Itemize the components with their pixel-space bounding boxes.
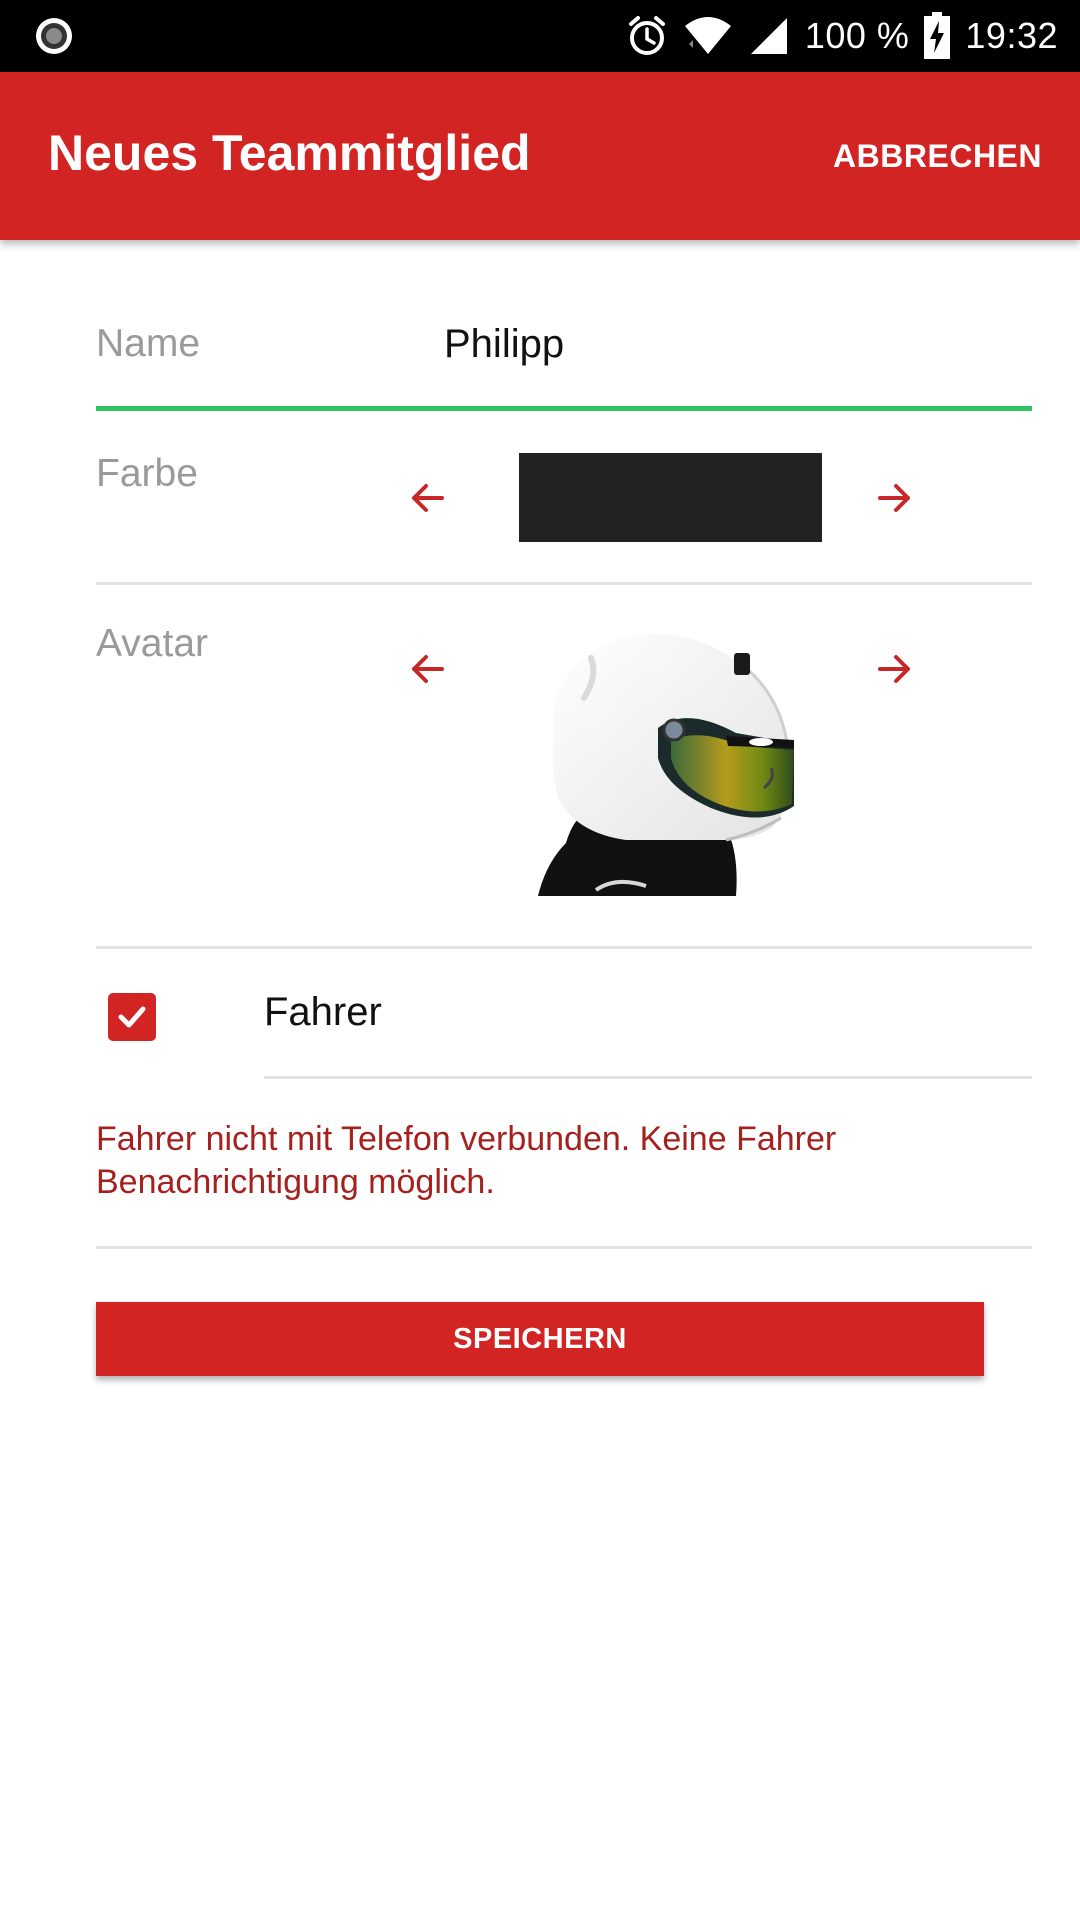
arrow-left-icon [412,484,444,512]
status-icons: 100 % 19:32 [625,0,1058,72]
name-input[interactable]: Philipp [444,322,564,367]
name-input-underline [96,406,1032,411]
avatar-label: Avatar [96,622,209,665]
name-label: Name [96,322,201,365]
battery-charging-icon [923,12,951,59]
arrow-left-icon [412,655,444,683]
status-time: 19:32 [965,15,1058,56]
arrow-right-icon [878,484,910,512]
avatar-prev-button[interactable] [398,639,458,699]
color-label: Farbe [96,452,198,495]
status-bar: 100 % 19:32 [0,0,1080,72]
checkmark-icon [118,1006,146,1028]
divider [96,946,1032,949]
record-icon [36,18,72,54]
color-next-button[interactable] [864,468,924,528]
cancel-button[interactable]: ABBRECHEN [833,138,1042,175]
signal-icon [747,14,791,58]
alarm-icon [625,14,669,58]
color-swatch [519,453,822,542]
driver-checkbox[interactable] [108,993,156,1041]
divider [96,1246,1032,1249]
app-bar: Neues Teammitglied ABBRECHEN [0,72,1080,240]
color-prev-button[interactable] [398,468,458,528]
helmet-avatar-image [538,634,794,896]
page-title: Neues Teammitglied [48,125,531,181]
battery-percent: 100 % [804,15,910,56]
divider [264,1076,1032,1079]
driver-warning-text: Fahrer nicht mit Telefon verbunden. Kein… [96,1120,837,1201]
avatar-next-button[interactable] [864,639,924,699]
wifi-icon [683,14,733,58]
divider [96,582,1032,585]
arrow-right-icon [878,655,910,683]
save-button[interactable]: SPEICHERN [96,1302,984,1376]
driver-label: Fahrer [264,990,382,1034]
